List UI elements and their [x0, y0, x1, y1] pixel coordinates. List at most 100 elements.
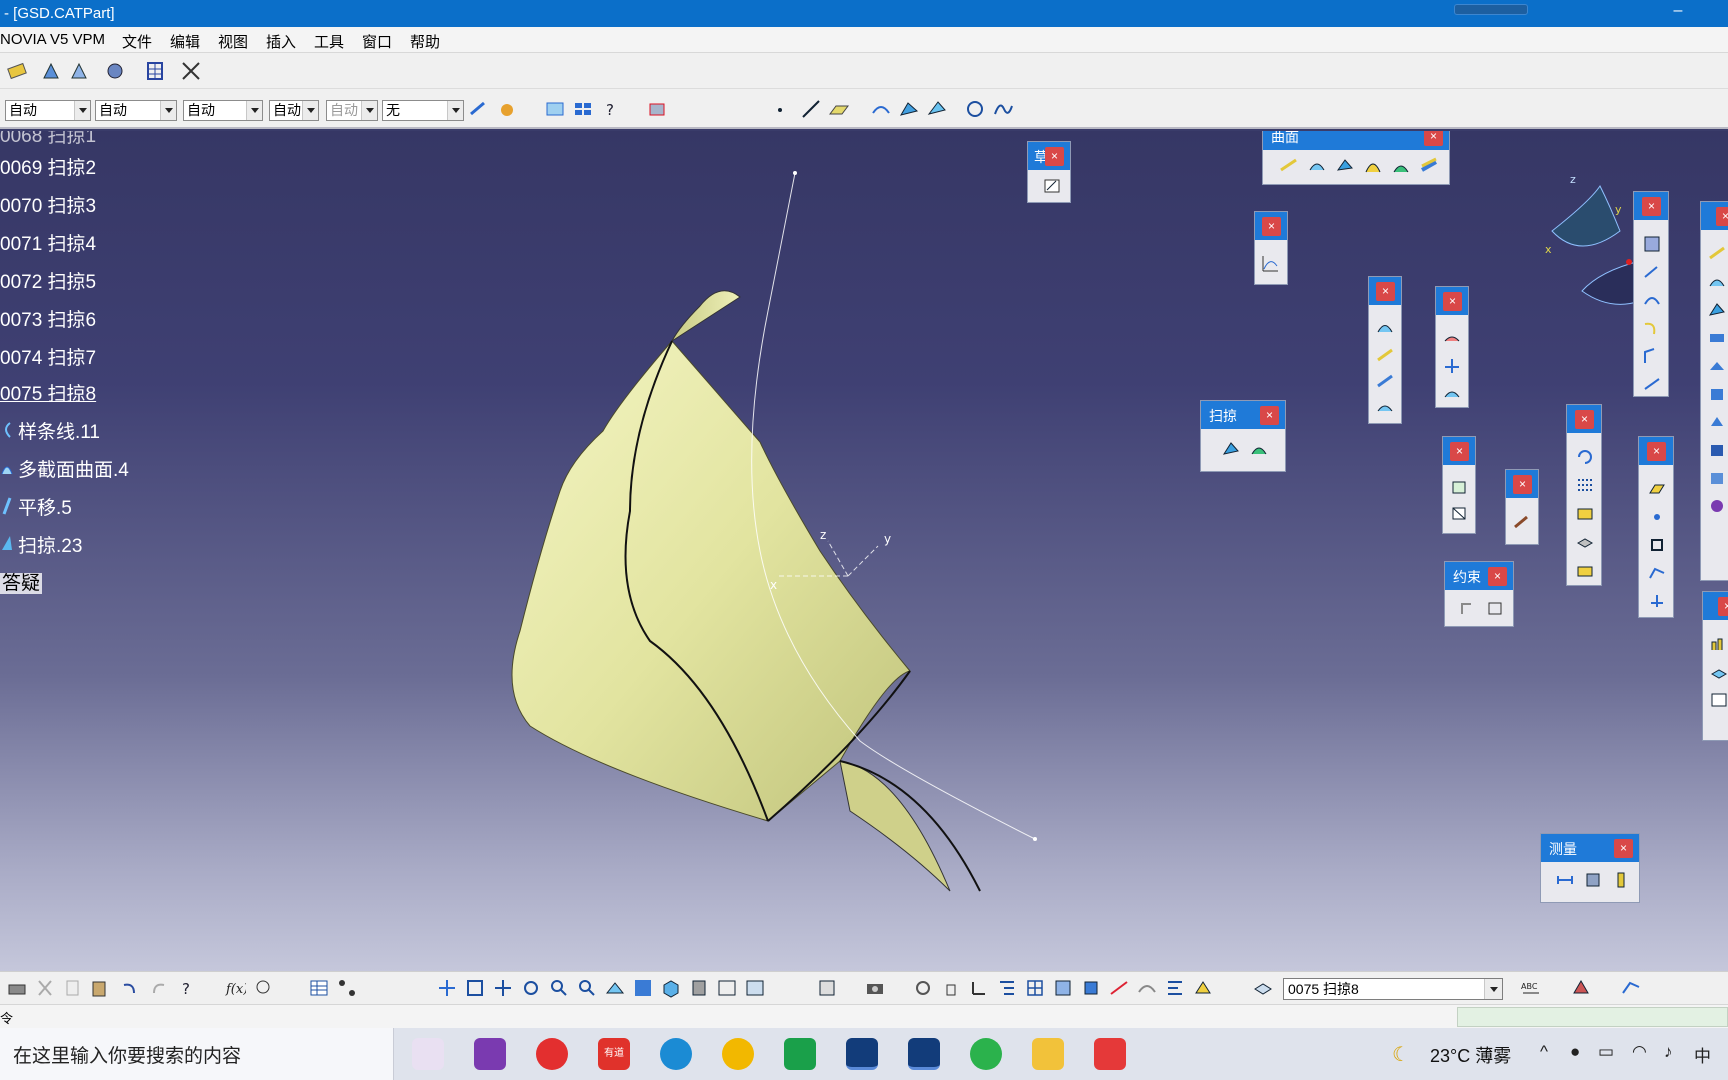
tree-expand-icon[interactable] [996, 977, 1018, 999]
pan-icon[interactable] [492, 977, 514, 999]
close-button[interactable]: × [1045, 147, 1064, 166]
surface-model[interactable]: z y x z y x [0, 131, 1728, 971]
mic-icon[interactable]: ● [1570, 1042, 1580, 1062]
update-icon[interactable] [6, 60, 28, 82]
hand-icon[interactable] [940, 977, 962, 999]
cut-icon[interactable] [34, 977, 56, 999]
box-icon[interactable] [1449, 477, 1469, 497]
part-design-icon-2[interactable] [68, 60, 90, 82]
close-button[interactable]: × [1262, 217, 1281, 236]
part-design-icon[interactable] [40, 60, 62, 82]
line-icon[interactable] [800, 98, 822, 120]
assembly-icon[interactable] [104, 60, 126, 82]
sketch-icon[interactable] [1042, 176, 1062, 196]
revolve-icon[interactable] [1707, 272, 1727, 292]
close-button[interactable]: × [1614, 839, 1633, 858]
music-icon[interactable] [536, 1038, 568, 1070]
layers-icon[interactable] [1575, 531, 1595, 551]
catalog-icon[interactable] [816, 977, 838, 999]
constraint-icon[interactable] [1459, 598, 1479, 618]
split-icon[interactable] [1375, 371, 1395, 391]
measure-icon[interactable] [1108, 977, 1130, 999]
factory-icon[interactable] [1575, 559, 1595, 579]
fly-mode-icon[interactable] [436, 977, 458, 999]
join-icon[interactable] [1375, 345, 1395, 365]
curve-icon[interactable] [1642, 318, 1662, 338]
snap-icon[interactable] [1052, 977, 1074, 999]
wechat-icon[interactable] [970, 1038, 1002, 1070]
painter-icon[interactable] [468, 98, 490, 120]
knowledge-icon[interactable] [1570, 977, 1592, 999]
arc-icon[interactable] [1642, 290, 1662, 310]
plane-icon[interactable] [828, 98, 850, 120]
lineweight-combo[interactable]: 自动 [269, 100, 319, 121]
sweep-icon[interactable] [1221, 439, 1241, 459]
close-button[interactable]: × [1647, 442, 1666, 461]
untrim-icon[interactable] [1442, 381, 1462, 401]
layers-icon[interactable] [1709, 662, 1728, 682]
curvature-icon[interactable] [1261, 254, 1281, 274]
normal-view-icon[interactable] [604, 977, 626, 999]
view-icon[interactable] [544, 98, 566, 120]
offset-icon[interactable] [898, 98, 920, 120]
color-combo[interactable]: 自动 [5, 100, 91, 121]
swap-visible-icon[interactable] [744, 977, 766, 999]
grid-icon[interactable] [1024, 977, 1046, 999]
blend-icon[interactable] [1419, 156, 1439, 176]
layer-combo[interactable]: 无 [382, 100, 464, 121]
circle-icon[interactable] [964, 98, 986, 120]
current-layer-icon[interactable] [1252, 977, 1274, 999]
scale-icon[interactable] [1575, 503, 1595, 523]
thickness-icon[interactable] [1707, 328, 1727, 348]
grid-icon[interactable] [1642, 234, 1662, 254]
current-feature-combo[interactable]: 0075 扫掠8 [1283, 978, 1503, 1000]
extrude-icon[interactable] [870, 98, 892, 120]
copy-icon[interactable] [62, 977, 84, 999]
hide-show-icon[interactable] [716, 977, 738, 999]
shading-icon[interactable] [688, 977, 710, 999]
trim-icon[interactable] [1442, 355, 1462, 375]
table-icon[interactable] [308, 977, 330, 999]
menu-edit[interactable]: 编辑 [170, 31, 200, 52]
pycharm-icon[interactable] [784, 1038, 816, 1070]
onenote-icon[interactable] [474, 1038, 506, 1070]
menu-insert[interactable]: 插入 [266, 31, 296, 52]
close-button[interactable]: × [1443, 292, 1462, 311]
close-button[interactable]: × [1575, 410, 1594, 429]
sweep-surface[interactable] [511, 340, 911, 822]
sweep-icon[interactable] [1363, 156, 1383, 176]
offset-icon[interactable] [1335, 156, 1355, 176]
extract-icon[interactable] [1375, 397, 1395, 417]
tool-icon[interactable] [1512, 512, 1532, 532]
menu-help[interactable]: 帮助 [410, 31, 440, 52]
box-cut-icon[interactable] [1449, 503, 1469, 523]
linetype-combo[interactable]: 自动 [183, 100, 263, 121]
fit-all-icon[interactable] [464, 977, 486, 999]
close-button[interactable]: × [1488, 567, 1507, 586]
fill-icon[interactable] [926, 98, 948, 120]
whats-this-icon[interactable]: ? [176, 977, 198, 999]
cube-icon[interactable] [1080, 977, 1102, 999]
square-icon[interactable] [1647, 535, 1667, 555]
polyline-icon[interactable] [1647, 563, 1667, 583]
chevron-up-icon[interactable]: ^ [1540, 1042, 1548, 1062]
box-icon-2[interactable] [1707, 440, 1727, 460]
sweep-icon[interactable] [1707, 300, 1727, 320]
sketch-tools-icon[interactable] [1136, 977, 1158, 999]
undo-icon[interactable] [118, 977, 140, 999]
close-button[interactable]: × [1642, 197, 1661, 216]
close-button[interactable]: × [1260, 406, 1279, 425]
surface-fin-top[interactable] [670, 290, 741, 343]
box-icon-3[interactable] [1707, 468, 1727, 488]
spine-endpoint[interactable] [793, 171, 797, 175]
axis-system-icon[interactable] [1647, 591, 1667, 611]
measure-between-icon[interactable] [1555, 870, 1575, 890]
close-button[interactable]: × [1450, 442, 1469, 461]
table-icon[interactable] [1709, 690, 1728, 710]
fillet-icon[interactable] [1442, 329, 1462, 349]
shell-icon[interactable] [1707, 412, 1727, 432]
arrow-icon[interactable] [1642, 262, 1662, 282]
compass-icon[interactable] [180, 60, 202, 82]
highlight-icon[interactable] [1192, 977, 1214, 999]
volume-icon[interactable]: ♪ [1664, 1042, 1673, 1062]
